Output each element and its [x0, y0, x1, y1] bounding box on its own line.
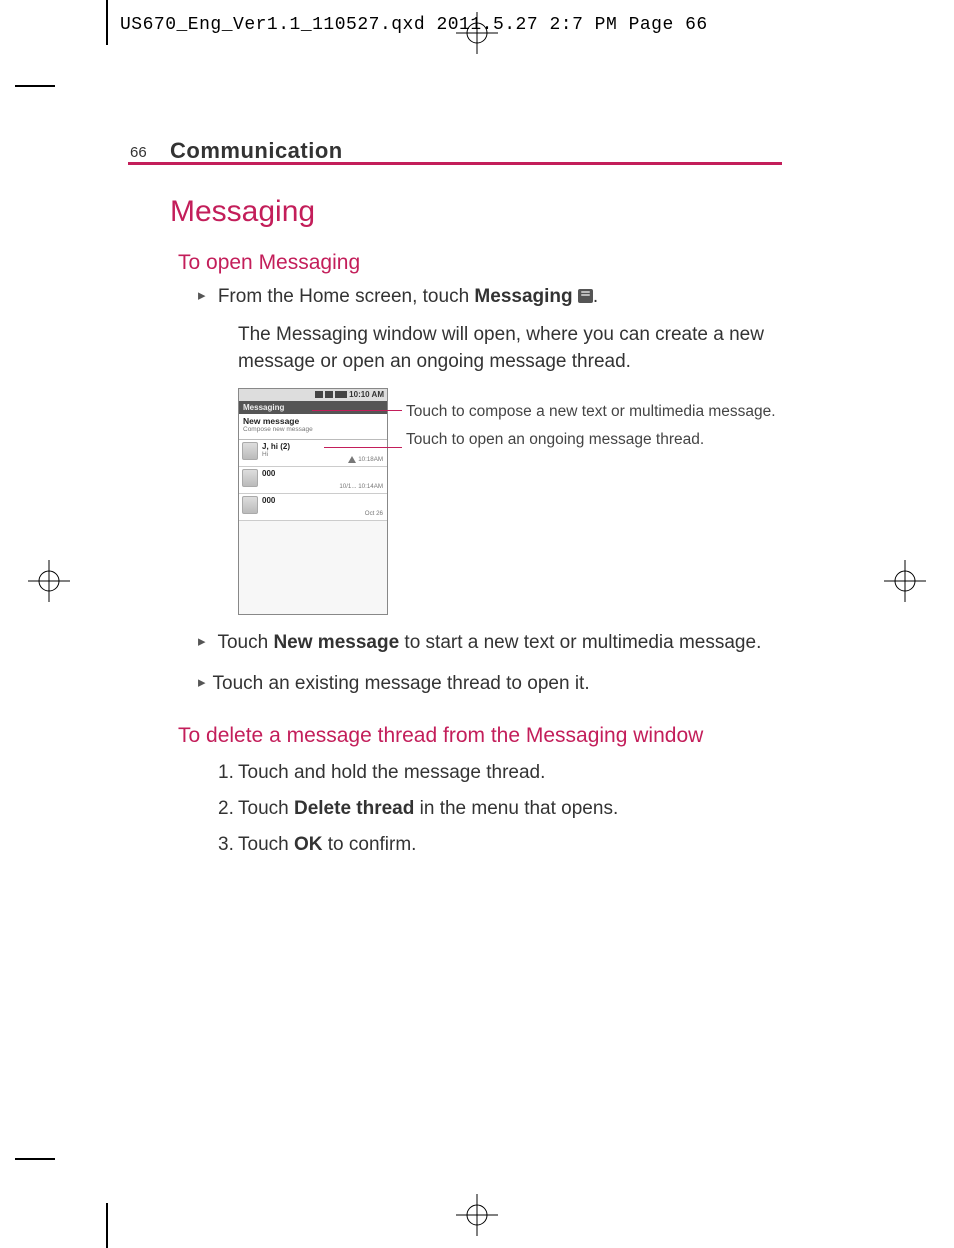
header-rule	[128, 162, 782, 165]
registration-mark-icon	[28, 560, 70, 602]
status-bar: 10:10 AM	[239, 389, 387, 401]
crop-mark	[15, 85, 55, 87]
warning-icon	[348, 456, 356, 463]
leader-line	[312, 410, 402, 411]
print-slug: US670_Eng_Ver1.1_110527.qxd 2011.5.27 2:…	[120, 15, 708, 35]
callout-text: Touch to compose a new text or multimedi…	[406, 402, 790, 422]
step-number: 3.	[218, 828, 238, 862]
step-text: Touch	[238, 834, 294, 855]
step-number: 1.	[218, 756, 238, 790]
text: .	[593, 286, 598, 307]
message-thread-row: 000 Oct 26	[239, 494, 387, 521]
chapter-title: Communication	[170, 138, 343, 164]
thread-name: 000	[262, 469, 384, 478]
messaging-app-icon	[578, 289, 593, 303]
compose-hint: Compose new message	[243, 426, 383, 433]
app-title-bar: Messaging	[239, 401, 387, 414]
keyword: OK	[294, 834, 323, 855]
keyword: New message	[273, 632, 399, 653]
avatar-icon	[242, 442, 258, 460]
section-heading: To open Messaging	[178, 251, 790, 275]
compose-row: New message Compose new message	[239, 414, 387, 440]
keyword: Messaging	[474, 286, 572, 307]
avatar-icon	[242, 496, 258, 514]
status-time: 10:10 AM	[349, 390, 384, 399]
section-heading: To delete a message thread from the Mess…	[178, 724, 790, 748]
instruction-bullet: Touch New message to start a new text or…	[218, 629, 790, 657]
figure-callouts: Touch to compose a new text or multimedi…	[406, 388, 790, 615]
battery-icon	[335, 391, 347, 398]
avatar-icon	[242, 469, 258, 487]
page-title: Messaging	[170, 195, 790, 229]
page-number: 66	[130, 144, 147, 161]
thread-name: 000	[262, 496, 384, 505]
step-number: 2.	[218, 792, 238, 826]
step-text: Touch	[238, 798, 294, 819]
new-message-label: New message	[243, 416, 383, 426]
status-icon	[315, 391, 323, 398]
thread-time: 10:18AM	[358, 456, 383, 463]
body-paragraph: The Messaging window will open, where yo…	[238, 321, 790, 376]
signal-icon	[325, 391, 333, 398]
registration-mark-icon	[456, 1194, 498, 1236]
registration-mark-icon	[456, 12, 498, 54]
step-text: in the menu that opens.	[414, 798, 618, 819]
keyword: Delete thread	[294, 798, 414, 819]
text: to start a new text or multimedia messag…	[399, 632, 761, 653]
numbered-steps: 1.Touch and hold the message thread. 2.T…	[218, 756, 790, 863]
phone-screenshot: 10:10 AM Messaging New message Compose n…	[238, 388, 388, 615]
crop-mark	[15, 1158, 55, 1160]
step-item: 3.Touch OK to confirm.	[218, 828, 790, 862]
text: Touch	[217, 632, 273, 653]
crop-mark	[106, 1203, 108, 1248]
message-thread-row: 000 10/1... 10:14AM	[239, 467, 387, 494]
figure: 10:10 AM Messaging New message Compose n…	[238, 388, 790, 615]
instruction-bullet: From the Home screen, touch Messaging .	[218, 283, 790, 311]
step-item: 1.Touch and hold the message thread.	[218, 756, 790, 790]
crop-mark	[106, 0, 108, 45]
instruction-bullet: Touch an existing message thread to open…	[218, 670, 790, 698]
leader-line	[324, 447, 402, 448]
step-text: to confirm.	[322, 834, 416, 855]
thread-meta: Oct 26	[365, 510, 383, 517]
registration-mark-icon	[884, 560, 926, 602]
thread-meta: 10:18AM	[348, 456, 383, 463]
thread-meta: 10/1... 10:14AM	[339, 483, 383, 490]
step-item: 2.Touch Delete thread in the menu that o…	[218, 792, 790, 826]
callout-text: Touch to open an ongoing message thread.	[406, 430, 790, 450]
message-thread-row: J, hi (2) Hi 10:18AM	[239, 440, 387, 467]
step-text: Touch and hold the message thread.	[238, 762, 545, 783]
text: From the Home screen, touch	[218, 286, 475, 307]
